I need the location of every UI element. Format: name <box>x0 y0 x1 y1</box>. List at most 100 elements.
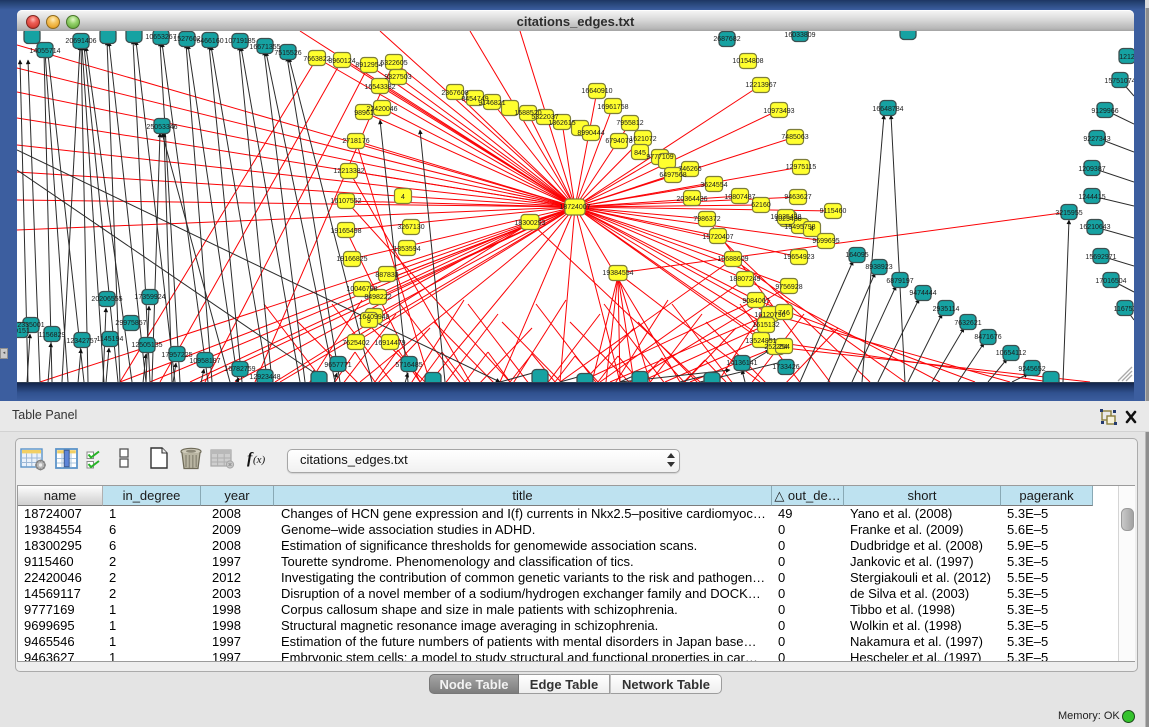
svg-text:1156829: 1156829 <box>39 332 66 339</box>
svg-text:12213967: 12213967 <box>745 82 776 89</box>
svg-text:9146821: 9146821 <box>478 100 505 107</box>
svg-text:16210643: 16210643 <box>1079 224 1110 231</box>
svg-text:3624554: 3624554 <box>700 182 727 189</box>
svg-text:1733426: 1733426 <box>772 364 799 371</box>
svg-text:10807487: 10807487 <box>724 194 755 201</box>
svg-text:12923448: 12923448 <box>249 374 280 381</box>
svg-text:18300293: 18300293 <box>514 220 545 227</box>
svg-text:1145194: 1145194 <box>97 336 124 343</box>
svg-text:10973493: 10973493 <box>763 108 794 115</box>
svg-text:20364436: 20364436 <box>676 196 707 203</box>
svg-text:16648784: 16648784 <box>872 106 903 113</box>
svg-text:1615132: 1615132 <box>752 322 779 329</box>
svg-text:9084067: 9084067 <box>742 298 769 305</box>
svg-text:39151: 39151 <box>17 328 30 335</box>
svg-text:14136141: 14136141 <box>726 360 757 367</box>
svg-text:116753: 116753 <box>1114 306 1134 313</box>
svg-text:164095: 164095 <box>845 252 868 259</box>
svg-text:17957225: 17957225 <box>161 352 192 359</box>
svg-text:4: 4 <box>810 226 814 233</box>
svg-text:16961758: 16961758 <box>597 104 628 111</box>
svg-text:9: 9 <box>367 318 371 325</box>
svg-text:12342757: 12342757 <box>66 338 97 345</box>
svg-text:1209387: 1209387 <box>1078 166 1105 173</box>
svg-text:10154808: 10154808 <box>732 58 763 65</box>
svg-text:6497568: 6497568 <box>659 172 686 179</box>
svg-text:20206555: 20206555 <box>91 296 122 303</box>
svg-text:9699695: 9699695 <box>812 238 839 245</box>
svg-text:9777109: 9777109 <box>646 154 673 161</box>
svg-text:4: 4 <box>401 194 405 201</box>
svg-text:9756928: 9756928 <box>775 284 802 291</box>
svg-text:16914479: 16914479 <box>374 340 405 347</box>
svg-text:19166825: 19166825 <box>336 256 367 263</box>
svg-text:9327503: 9327503 <box>384 74 411 81</box>
svg-text:12213382: 12213382 <box>333 168 364 175</box>
svg-text:8990444: 8990444 <box>577 130 604 137</box>
svg-text:7986372: 7986372 <box>693 216 720 223</box>
svg-text:5322605: 5322605 <box>380 60 407 67</box>
svg-text:3267130: 3267130 <box>397 224 424 231</box>
svg-text:8960124: 8960124 <box>328 58 355 65</box>
svg-text:7955812: 7955812 <box>616 120 643 127</box>
svg-text:9245652: 9245652 <box>1018 366 1045 373</box>
svg-text:845: 845 <box>634 150 646 157</box>
svg-text:10653267: 10653267 <box>145 34 176 41</box>
svg-text:19654923: 19654923 <box>783 254 814 261</box>
svg-text:(x): (x) <box>253 454 266 466</box>
svg-text:746: 746 <box>778 310 790 317</box>
svg-text:98961: 98961 <box>354 110 374 117</box>
svg-text:5716485: 5716485 <box>395 362 422 369</box>
svg-text:9474444: 9474444 <box>909 290 936 297</box>
svg-text:16107552: 16107552 <box>330 198 361 205</box>
svg-text:17016504: 17016504 <box>1095 278 1126 285</box>
svg-text:10654112: 10654112 <box>996 350 1027 357</box>
svg-text:20691406: 20691406 <box>65 38 96 45</box>
svg-text:8938923: 8938923 <box>865 264 892 271</box>
svg-text:887833: 887833 <box>375 272 398 279</box>
svg-text:7485063: 7485063 <box>781 134 808 141</box>
svg-text:16640910: 16640910 <box>581 88 612 95</box>
svg-text:16543382: 16543382 <box>364 84 395 91</box>
svg-text:1362615: 1362615 <box>548 120 575 127</box>
svg-text:12505135: 12505135 <box>131 342 162 349</box>
svg-text:9115460: 9115460 <box>820 208 847 215</box>
svg-text:18724007: 18724007 <box>559 204 590 211</box>
svg-text:9463627: 9463627 <box>784 194 811 201</box>
svg-text:7625402: 7625402 <box>342 340 369 347</box>
svg-text:1621072: 1621072 <box>629 136 656 143</box>
svg-text:8498222: 8498222 <box>364 294 391 301</box>
svg-text:1212: 1212 <box>1119 54 1134 61</box>
svg-text:6466160: 6466160 <box>196 38 223 45</box>
svg-text:10688609: 10688609 <box>717 256 748 263</box>
svg-text:3215955: 3215955 <box>1055 210 1082 217</box>
svg-text:2718176: 2718176 <box>342 138 369 145</box>
svg-text:17359924: 17359924 <box>134 294 165 301</box>
svg-text:2687682: 2687682 <box>713 36 740 43</box>
svg-text:16033809: 16033809 <box>784 32 815 39</box>
svg-text:15720407: 15720407 <box>702 234 733 241</box>
svg-text:7663822: 7663822 <box>303 56 330 63</box>
svg-text:10958187: 10958187 <box>189 358 220 365</box>
svg-text:29975857: 29975857 <box>115 320 146 327</box>
svg-text:14055714: 14055714 <box>29 48 60 55</box>
svg-text:254: 254 <box>778 344 790 351</box>
svg-text:7515526: 7515526 <box>274 50 301 57</box>
svg-text:9129966: 9129966 <box>1091 108 1118 115</box>
svg-text:16409948: 16409948 <box>358 314 389 321</box>
svg-text:1244415: 1244415 <box>1078 194 1105 201</box>
svg-text:9657771: 9657771 <box>324 362 351 369</box>
svg-text:2935114: 2935114 <box>933 306 960 313</box>
svg-text:8912954: 8912954 <box>355 62 382 69</box>
svg-text:6879197: 6879197 <box>886 278 913 285</box>
svg-text:9227343: 9227343 <box>1083 136 1110 143</box>
svg-text:10025438: 10025438 <box>770 214 801 221</box>
svg-text:19384554: 19384554 <box>602 270 633 277</box>
svg-text:12975115: 12975115 <box>786 164 817 171</box>
svg-text:62160: 62160 <box>751 202 771 209</box>
svg-text:1353594: 1353594 <box>393 246 420 253</box>
svg-text:10046798: 10046798 <box>346 286 377 293</box>
svg-text:15692971: 15692971 <box>1085 254 1116 261</box>
svg-text:8471676: 8471676 <box>974 334 1001 341</box>
svg-text:15751074: 15751074 <box>1104 78 1134 85</box>
